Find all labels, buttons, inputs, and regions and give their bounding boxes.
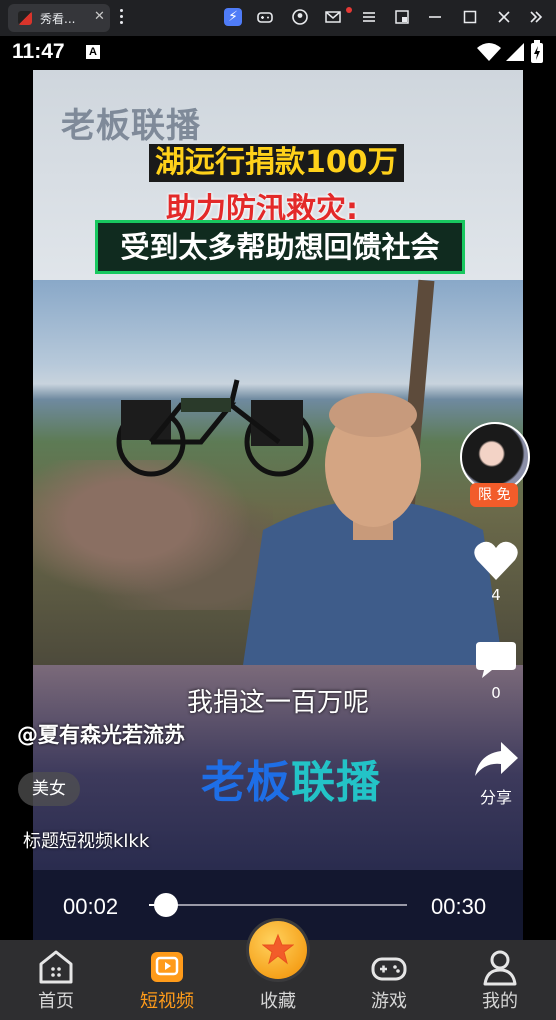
menu-icon[interactable] bbox=[360, 8, 378, 26]
browser-toolbar: 秀看... ✕ ⚡ bbox=[0, 0, 556, 36]
rocks-graphic bbox=[33, 460, 273, 610]
video-player[interactable]: 老板联播 湖远行捐款100万 助力防汛救灾: 受到太多帮助想回馈社会 我捐这一百… bbox=[33, 70, 523, 940]
progress-slider[interactable] bbox=[149, 893, 407, 917]
video-banner: 老板联播 湖远行捐款100万 助力防汛救灾: 受到太多帮助想回馈社会 bbox=[33, 70, 523, 280]
like-count: 4 bbox=[491, 586, 501, 604]
status-time: 11:47 bbox=[12, 40, 65, 63]
nav-item-home[interactable]: 首页 bbox=[11, 940, 101, 1020]
mail-icon[interactable] bbox=[324, 8, 342, 26]
browser-tab[interactable]: 秀看... ✕ bbox=[8, 4, 110, 32]
profile-icon bbox=[483, 950, 517, 986]
current-time: 00:02 bbox=[63, 894, 119, 919]
minimize-icon[interactable] bbox=[426, 8, 444, 26]
progress-knob[interactable] bbox=[154, 893, 179, 917]
nav-label-short-video: 短视频 bbox=[140, 991, 194, 1012]
tab-title: 秀看... bbox=[40, 12, 76, 26]
video-logo-part1: 老板 bbox=[201, 757, 291, 808]
short-video-icon bbox=[151, 952, 183, 982]
collapse-icon[interactable] bbox=[527, 8, 545, 26]
maximize-icon[interactable] bbox=[461, 8, 479, 26]
video-description: 标题短视频klkk bbox=[23, 831, 150, 852]
like-button[interactable]: 4 bbox=[468, 540, 524, 604]
comment-count: 0 bbox=[491, 684, 501, 702]
nav-label-favorites: 收藏 bbox=[260, 991, 296, 1012]
extension-active-icon[interactable]: ⚡ bbox=[224, 8, 242, 26]
nav-label-home: 首页 bbox=[38, 991, 74, 1012]
category-tag[interactable]: 美女 bbox=[18, 772, 80, 806]
pip-icon[interactable] bbox=[393, 8, 411, 26]
nav-item-games[interactable]: 游戏 bbox=[344, 940, 434, 1020]
status-bar: 11:47 A bbox=[0, 36, 556, 70]
video-logo-part2: 联播 bbox=[291, 757, 381, 808]
share-label: 分享 bbox=[479, 788, 512, 807]
account-icon[interactable] bbox=[291, 8, 309, 26]
heart-icon bbox=[474, 541, 518, 580]
app-favicon-icon bbox=[18, 11, 32, 25]
star-icon bbox=[262, 933, 294, 965]
share-button[interactable]: 分享 bbox=[468, 740, 524, 808]
tab-menu-icon[interactable] bbox=[120, 9, 124, 27]
share-icon bbox=[475, 742, 518, 776]
home-icon bbox=[39, 950, 73, 984]
nav-label-games: 游戏 bbox=[371, 991, 407, 1012]
gamepad-icon bbox=[371, 957, 407, 981]
video-watermark: 老板联播 bbox=[61, 106, 201, 146]
comment-button[interactable]: 0 bbox=[468, 640, 524, 702]
signal-icon bbox=[506, 43, 524, 61]
nav-item-short-video[interactable]: 短视频 bbox=[122, 940, 212, 1020]
video-frame-image bbox=[33, 279, 523, 665]
battery-charging-icon bbox=[531, 40, 543, 63]
wifi-icon bbox=[477, 43, 501, 61]
comment-icon bbox=[476, 642, 516, 678]
close-icon[interactable] bbox=[495, 8, 513, 26]
avatar[interactable] bbox=[460, 422, 530, 492]
video-headline-3: 受到太多帮助想回馈社会 bbox=[95, 220, 465, 274]
video-logo: 老板联播 bbox=[201, 746, 381, 810]
video-headline-1: 湖远行捐款100万 bbox=[149, 144, 404, 182]
tab-close-icon[interactable]: ✕ bbox=[94, 9, 105, 24]
creator-avatar-button[interactable]: 限 免 bbox=[458, 422, 532, 508]
free-badge: 限 免 bbox=[470, 483, 519, 507]
author-username[interactable]: @夏有森光若流苏 bbox=[17, 719, 185, 749]
favorites-center-button[interactable] bbox=[249, 921, 307, 979]
total-time: 00:30 bbox=[431, 894, 487, 919]
nav-label-profile: 我的 bbox=[482, 991, 518, 1012]
nav-item-profile[interactable]: 我的 bbox=[455, 940, 545, 1020]
video-subtitle: 我捐这一百万呢 bbox=[186, 688, 369, 718]
gamepad-icon[interactable] bbox=[256, 8, 274, 26]
mail-notification-dot bbox=[346, 7, 352, 13]
status-indicator-icon: A bbox=[86, 45, 100, 59]
